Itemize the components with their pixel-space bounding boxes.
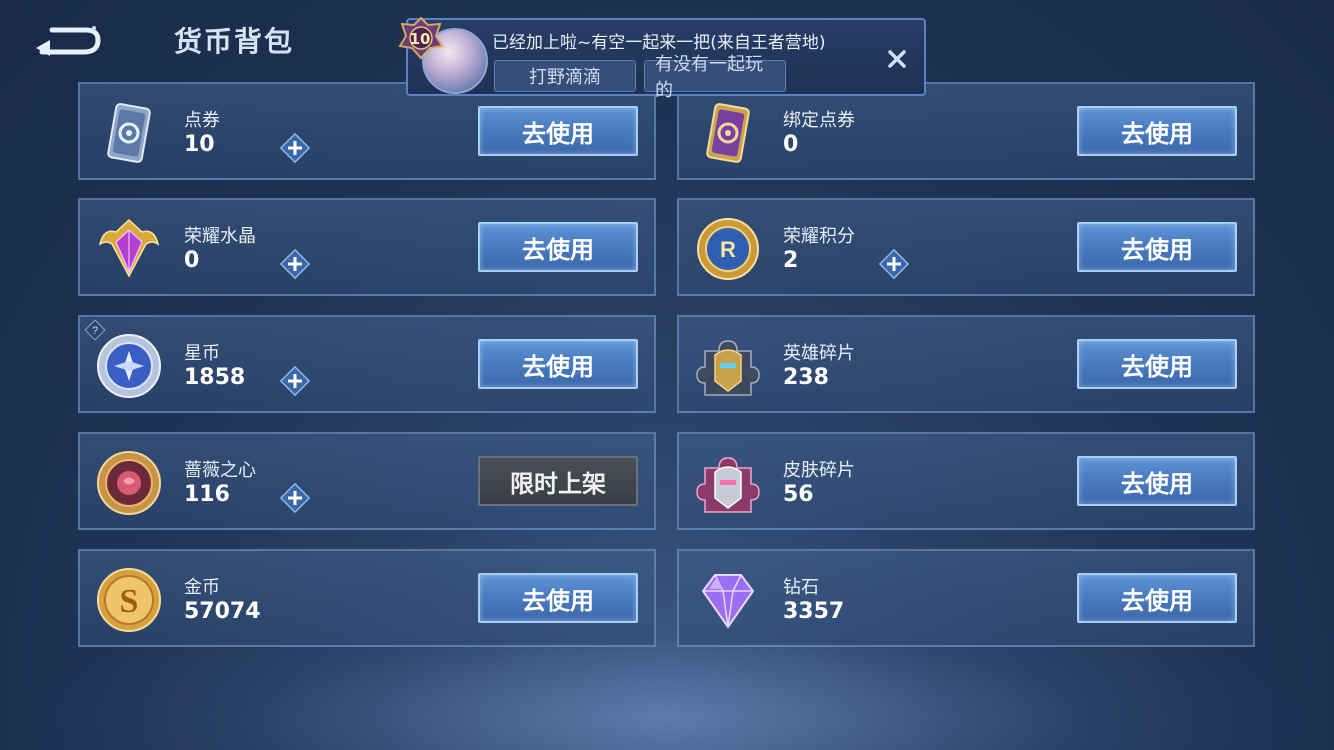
use-button[interactable]: 去使用: [478, 339, 638, 389]
currency-name: 金币: [184, 577, 220, 598]
quick-reply-chip[interactable]: 有没有一起玩的: [644, 54, 786, 101]
currency-value: 56: [783, 482, 814, 507]
rose-heart-icon: [97, 451, 161, 515]
currency-name: 绑定点券: [783, 110, 855, 131]
use-button[interactable]: 去使用: [478, 106, 638, 156]
currency-name: 英雄碎片: [783, 343, 855, 364]
currency-name: 皮肤碎片: [783, 460, 855, 481]
use-button[interactable]: 去使用: [1077, 106, 1237, 156]
back-arrow-icon[interactable]: [34, 22, 102, 58]
currency-card-skin-fragment: 皮肤碎片 56 去使用: [677, 432, 1255, 530]
currency-name: 荣耀水晶: [184, 226, 256, 247]
hero-fragment-icon: [696, 340, 760, 396]
glory-points-icon: R: [697, 218, 759, 280]
currency-card-star-coin: ? 星币 1858 去使用: [78, 315, 656, 413]
currency-card-hero-fragment: 英雄碎片 238 去使用: [677, 315, 1255, 413]
glory-crystal-icon: [98, 218, 160, 278]
currency-value: 1858: [184, 365, 246, 390]
currency-value: 57074: [184, 599, 261, 624]
coupon-icon: [107, 103, 151, 163]
plus-icon[interactable]: [278, 364, 312, 398]
currency-name: 点券: [184, 110, 220, 131]
currency-card-glory-points: R 荣耀积分 2 去使用: [677, 198, 1255, 296]
currency-card-rose-heart: 蔷薇之心 116 限时上架: [78, 432, 656, 530]
level-badge-text: 10: [409, 30, 431, 48]
currency-value: 3357: [783, 599, 845, 624]
plus-icon[interactable]: [278, 131, 312, 165]
star-coin-icon: [97, 334, 161, 398]
currency-name: 荣耀积分: [783, 226, 855, 247]
currency-card-gold-coin: S 金币 57074 去使用: [78, 549, 656, 647]
bound-coupon-icon: [706, 103, 750, 163]
plus-icon[interactable]: [877, 247, 911, 281]
use-button[interactable]: 去使用: [478, 222, 638, 272]
use-button[interactable]: 去使用: [478, 573, 638, 623]
currency-value: 116: [184, 482, 230, 507]
gold-coin-icon: S: [97, 568, 161, 632]
currency-name: 星币: [184, 343, 220, 364]
currency-value: 2: [783, 248, 799, 273]
currency-card-coupon: 点券 10 去使用: [78, 82, 656, 180]
use-button[interactable]: 去使用: [1077, 222, 1237, 272]
svg-text:R: R: [720, 237, 736, 262]
use-button[interactable]: 去使用: [1077, 573, 1237, 623]
plus-icon[interactable]: [278, 481, 312, 515]
use-button[interactable]: 去使用: [1077, 456, 1237, 506]
currency-value: 0: [184, 248, 200, 273]
close-icon[interactable]: [886, 48, 908, 70]
svg-text:S: S: [120, 583, 139, 620]
currency-card-glory-crystal: 荣耀水晶 0 去使用: [78, 198, 656, 296]
currency-value: 0: [783, 132, 799, 157]
currency-value: 238: [783, 365, 829, 390]
currency-name: 蔷薇之心: [184, 460, 256, 481]
currency-name: 钻石: [783, 577, 819, 598]
page-title: 货币背包: [174, 25, 295, 58]
currency-value: 10: [184, 132, 215, 157]
limited-time-button[interactable]: 限时上架: [478, 456, 638, 506]
diamond-icon: [701, 574, 755, 629]
friend-notification[interactable]: 10 已经加上啦~有空一起来一把(来自王者营地) 打野滴滴 有没有一起玩的: [398, 16, 926, 101]
use-button[interactable]: 去使用: [1077, 339, 1237, 389]
skin-fragment-icon: [696, 457, 760, 513]
quick-reply-chip[interactable]: 打野滴滴: [494, 60, 636, 92]
plus-icon[interactable]: [278, 247, 312, 281]
currency-card-diamond: 钻石 3357 去使用: [677, 549, 1255, 647]
